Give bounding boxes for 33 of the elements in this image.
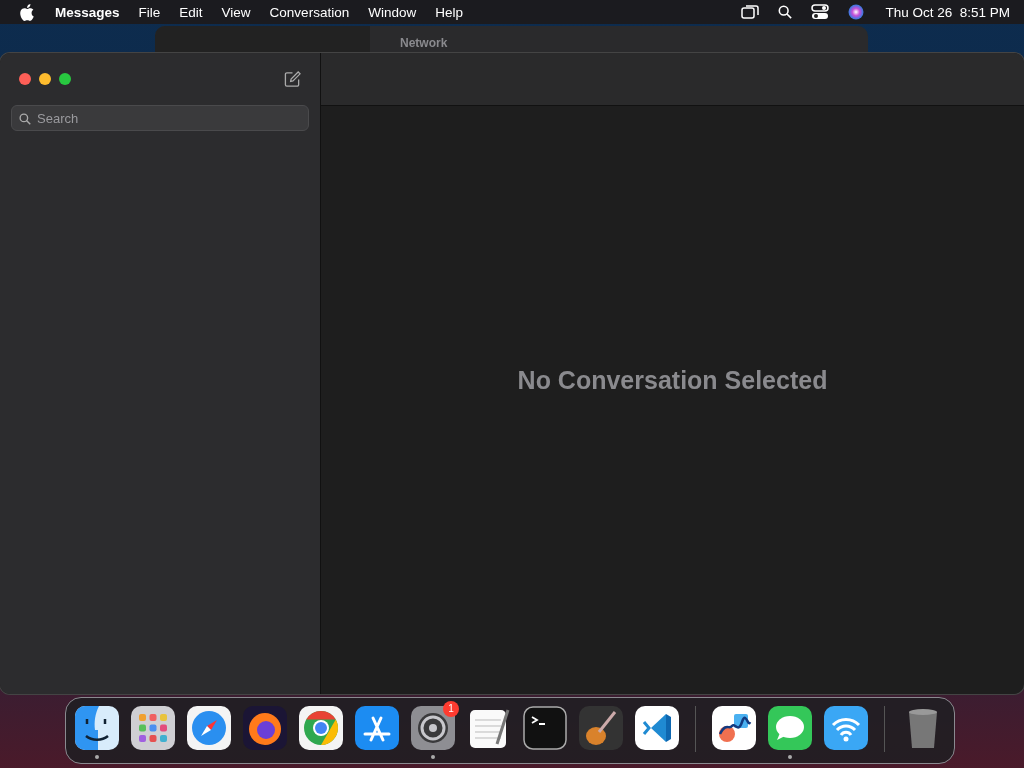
apple-icon[interactable] xyxy=(20,3,34,21)
close-button[interactable] xyxy=(19,73,31,85)
search-field[interactable]: Search xyxy=(11,105,309,131)
app-store-icon[interactable] xyxy=(355,706,399,750)
notification-badge: 1 xyxy=(443,701,459,717)
window-title: Network xyxy=(400,36,448,50)
zoom-button[interactable] xyxy=(59,73,71,85)
menu-item[interactable]: Help xyxy=(435,4,463,20)
app-menu[interactable]: Messages xyxy=(55,4,120,20)
gear-icon[interactable] xyxy=(411,706,455,750)
clock[interactable]: Thu Oct 26 8:51 PM xyxy=(885,4,1010,20)
menu-item[interactable]: Edit xyxy=(179,4,203,20)
siri-icon[interactable] xyxy=(848,4,865,20)
menu-item[interactable]: Window xyxy=(368,4,417,20)
scribble-board-icon[interactable] xyxy=(712,706,756,750)
control-center-icon[interactable] xyxy=(811,4,830,20)
compose-icon[interactable] xyxy=(284,70,301,88)
terminal-icon[interactable] xyxy=(523,706,567,750)
compass-icon[interactable] xyxy=(187,706,231,750)
menu-item[interactable]: Conversation xyxy=(269,4,350,20)
search-icon xyxy=(19,113,31,125)
guitar-icon[interactable] xyxy=(579,706,623,750)
menu-item[interactable]: View xyxy=(221,4,251,20)
menu-item[interactable]: File xyxy=(138,4,161,20)
search-icon[interactable] xyxy=(778,5,793,19)
code-editor-icon[interactable] xyxy=(635,706,679,750)
chat-bubble-icon[interactable] xyxy=(768,706,812,750)
wifi-icon[interactable] xyxy=(824,706,868,750)
minimize-button[interactable] xyxy=(39,73,51,85)
launchpad-icon[interactable] xyxy=(131,706,175,750)
screen-mirroring-icon[interactable] xyxy=(741,4,760,20)
empty-state-message: No Conversation Selected xyxy=(517,365,828,395)
finder-icon[interactable] xyxy=(75,706,119,750)
